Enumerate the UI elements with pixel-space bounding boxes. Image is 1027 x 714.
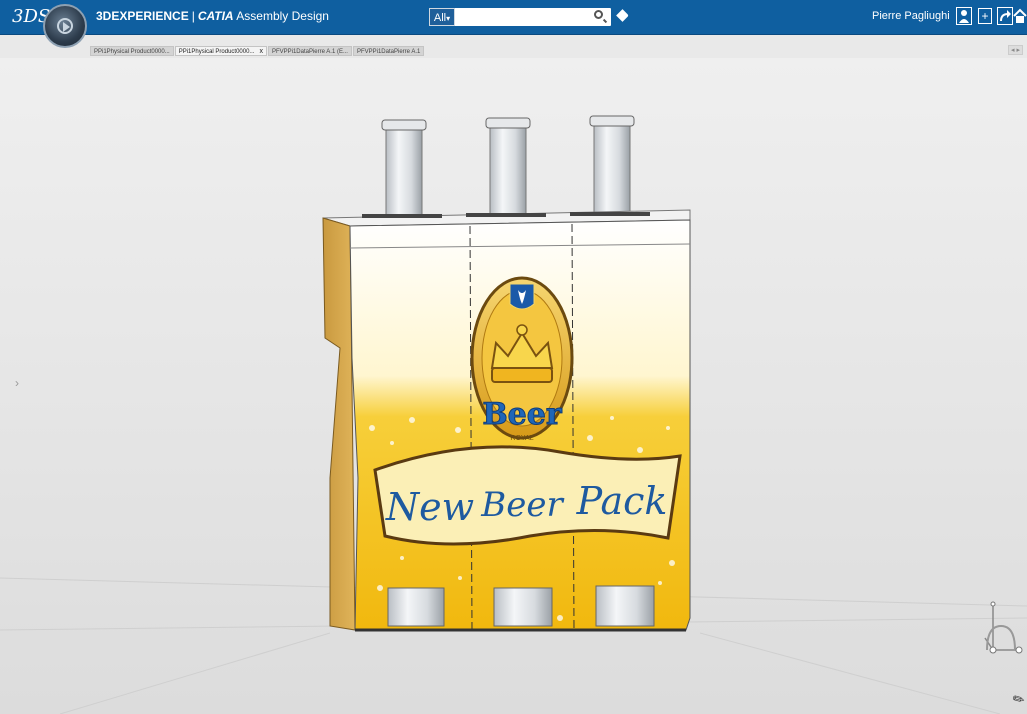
document-tabs: PPi1Physical Product0000... PPi1Physical… <box>90 46 425 56</box>
crest-small-label: ROYAL <box>510 435 533 442</box>
home-icon[interactable] <box>1013 7 1027 25</box>
beer-banner: New Beer Pack <box>373 445 682 546</box>
search-input[interactable] <box>457 9 577 23</box>
product-label: CATIA <box>197 9 234 23</box>
tab-scroll-arrows[interactable]: ◂ ▸ <box>1008 45 1023 55</box>
tag-icon[interactable] <box>616 9 629 22</box>
app-label: Assembly Design <box>236 9 329 23</box>
top-bar: 3DS 3DEXPERIENCE | CATIA Assembly Design A… <box>0 0 1027 35</box>
3d-viewport[interactable]: › Beer ROYAL New Beer Pack ✎ <box>0 58 1027 714</box>
bottle-bases <box>355 585 686 632</box>
search-icon[interactable] <box>594 10 603 19</box>
tab-document-4[interactable]: PFVPPi1DataPierre A.1 <box>352 46 425 56</box>
share-icon[interactable] <box>997 7 1013 25</box>
tab-document-2[interactable]: PPi1Physical Product0000... x <box>174 46 267 56</box>
compass-robot-icon[interactable] <box>979 598 1023 658</box>
search-scope-dropdown[interactable]: All▾ <box>429 8 455 26</box>
search-box[interactable]: All▾ <box>429 8 611 26</box>
add-icon[interactable]: + <box>978 8 992 24</box>
banner-word-3: Pack <box>576 479 668 523</box>
brand-label: 3DEXPERIENCE <box>96 9 189 23</box>
pack-side <box>322 217 356 631</box>
beer-crest: Beer ROYAL <box>470 276 574 442</box>
title-separator: | <box>191 9 195 23</box>
model-scene: Beer ROYAL New Beer Pack <box>0 115 1027 714</box>
app-title: 3DEXPERIENCE | CATIA Assembly Design <box>96 9 329 23</box>
user-name[interactable]: Pierre Pagliughi <box>872 10 950 22</box>
crest-label: Beer <box>482 397 563 432</box>
tab-close-button[interactable]: x <box>259 48 263 55</box>
tab-document-1[interactable]: PPi1Physical Product0000... <box>90 46 174 56</box>
compass-icon[interactable] <box>43 4 87 48</box>
banner-word-2: Beer <box>480 485 564 525</box>
banner-word-1: New <box>385 485 474 529</box>
tab-document-3[interactable]: PFVPPi1DataPierre A.1 (E... <box>267 46 352 56</box>
bottle-necks <box>381 115 635 221</box>
user-icon[interactable] <box>956 7 972 25</box>
